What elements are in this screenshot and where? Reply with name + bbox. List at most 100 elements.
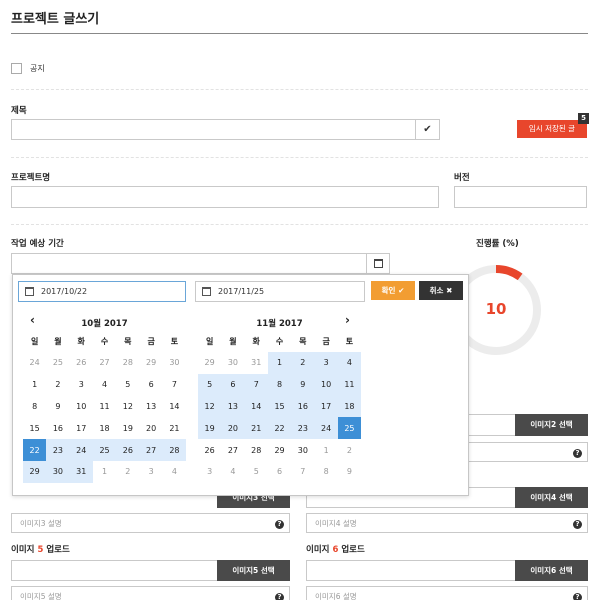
calendar-day[interactable]: 7 [244,373,268,396]
image3-desc-input[interactable]: 이미지3 설명 ? [11,513,290,533]
calendar-day: 3 [207,467,213,477]
calendar-day[interactable]: 8 [23,396,46,418]
image4-desc-input[interactable]: 이미지4 설명 ? [306,513,588,533]
calendar-day[interactable]: 2 [291,352,315,374]
calendar-day[interactable]: 25 [337,417,362,440]
period-input[interactable] [11,253,367,274]
calendar-day[interactable]: 25 [92,439,117,461]
image5-select-button[interactable]: 이미지5 선택 [217,560,290,581]
calendar-day[interactable]: 17 [70,417,93,439]
help-icon[interactable]: ? [568,443,587,462]
subject-input[interactable] [11,119,416,140]
calendar-day[interactable]: 20 [139,417,162,439]
check-icon: ✔ [423,124,432,135]
calendar-day[interactable]: 21 [163,417,186,439]
calendar-day[interactable]: 12 [116,396,139,418]
start-date-input[interactable]: 2017/10/22 [18,281,186,302]
calendar-day[interactable]: 28 [162,439,187,461]
calendar-day: 2 [125,467,131,477]
calendar-day[interactable]: 27 [221,439,244,461]
calendar-day[interactable]: 24 [314,417,338,440]
calendar-day[interactable]: 17 [314,395,338,418]
image6-file-input[interactable] [306,560,516,581]
calendar-day[interactable]: 4 [337,352,362,374]
cancel-button[interactable]: 취소 ✖ [419,281,463,300]
calendar-day[interactable]: 15 [23,417,46,439]
calendar-day[interactable]: 19 [198,417,222,440]
calendar-day[interactable]: 1 [23,374,46,396]
end-date-input[interactable]: 2017/11/25 [195,281,365,302]
weekday-header: 화 [252,337,260,346]
calendar-day[interactable]: 29 [23,460,47,483]
notice-checkbox[interactable] [11,63,22,74]
calendar-day[interactable]: 18 [93,417,116,439]
image2-select-button[interactable]: 이미지2 선택 [515,414,588,436]
calendar-day[interactable]: 7 [163,374,186,396]
image5-file-input[interactable] [11,560,218,581]
calendar-day[interactable]: 30 [46,460,70,483]
calendar-day[interactable]: 21 [244,417,268,440]
project-name-input[interactable] [11,186,439,208]
help-icon[interactable]: ? [568,514,587,533]
calendar-day[interactable]: 18 [337,395,362,418]
calendar-day[interactable]: 10 [314,373,338,396]
calendar-day[interactable]: 6 [139,374,162,396]
calendar-day[interactable]: 11 [93,396,116,418]
period-calendar-button[interactable] [366,253,390,274]
image6-select-button[interactable]: 이미지6 선택 [515,560,588,581]
calendar-day[interactable]: 15 [267,395,292,418]
calendar-day[interactable]: 3 [314,352,338,374]
calendar-day[interactable]: 3 [70,374,93,396]
calendar-day[interactable]: 24 [69,439,93,461]
calendar-day[interactable]: 14 [163,396,186,418]
calendar-day[interactable]: 23 [291,417,315,440]
calendar-day[interactable]: 6 [221,373,245,396]
calendar-day[interactable]: 20 [221,417,245,440]
weekday-header: 일 [205,337,214,346]
image4-select-button[interactable]: 이미지4 선택 [515,487,588,508]
subject-check-button[interactable]: ✔ [415,119,440,140]
image6-desc-input[interactable]: 이미지6 설명 ? [306,586,588,600]
calendar-day[interactable]: 9 [46,396,69,418]
calendar-day[interactable]: 13 [139,396,162,418]
calendar-day[interactable]: 12 [198,395,222,418]
calendar-day[interactable]: 30 [291,439,314,461]
calendar-day[interactable]: 5 [198,373,222,396]
calendar-day[interactable]: 28 [245,439,268,461]
calendar-day[interactable]: 16 [291,395,315,418]
version-input[interactable] [454,186,587,208]
calendar-day[interactable]: 1 [267,352,292,374]
help-icon[interactable]: ? [568,587,587,600]
help-icon[interactable]: ? [270,514,289,533]
calendar-day[interactable]: 26 [198,439,221,461]
next-month-icon[interactable]: › [345,313,350,327]
calendar-day[interactable]: 13 [221,395,245,418]
calendar-day[interactable]: 31 [69,460,93,483]
calendar-day[interactable]: 9 [291,373,315,396]
close-icon: ✖ [446,286,453,295]
weekday-header: 월 [54,337,62,346]
calendar-day[interactable]: 27 [139,439,163,461]
calendar-day: 5 [253,467,259,477]
calendar-day[interactable]: 22 [23,439,47,461]
calendar-day[interactable]: 4 [93,374,116,396]
calendar-day[interactable]: 2 [46,374,69,396]
confirm-button[interactable]: 확인 ✔ [371,281,415,300]
calendar-day[interactable]: 22 [267,417,292,440]
help-icon[interactable]: ? [270,587,289,600]
calendar-day[interactable]: 14 [244,395,268,418]
calendar-day[interactable]: 8 [267,373,292,396]
calendar-day[interactable]: 29 [268,439,291,461]
calendar-day[interactable]: 16 [46,417,69,439]
calendar-day[interactable]: 23 [46,439,70,461]
calendar-day[interactable]: 10 [70,396,93,418]
temp-saved-count-badge: 5 [578,113,589,124]
temp-saved-button[interactable]: 임시 저장된 글 [517,120,587,138]
calendar-day[interactable]: 5 [116,374,139,396]
image5-desc-input[interactable]: 이미지5 설명 ? [11,586,290,600]
calendar-day[interactable]: 11 [337,373,362,396]
calendar-day[interactable]: 19 [116,417,139,439]
calendar-icon [25,287,34,296]
calendar-day[interactable]: 26 [116,439,140,461]
right-calendar-grid: 일 월 화 수 목 금 토 29 30 31 1 2 3 4 5 6 7 8 9 10 11 12 13 14 15 16 17 18… [198,331,362,483]
